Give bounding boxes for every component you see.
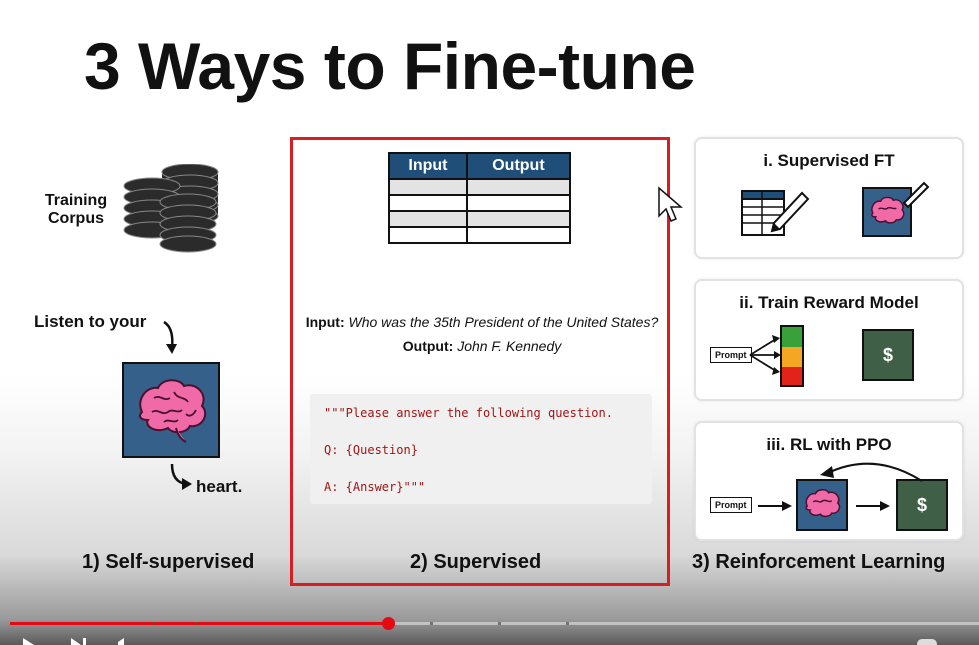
slide-title: 3 Ways to Fine-tune: [84, 29, 696, 103]
supervised-label: 2) Supervised: [410, 551, 542, 573]
chapter-divider: [430, 622, 433, 625]
mouse-cursor-icon: [658, 186, 684, 222]
chapter-divider: [153, 622, 156, 625]
input-output-table: Input Output: [388, 152, 572, 244]
reinforcement-learning-label: 3) Reinforcement Learning: [692, 551, 946, 573]
table-row: [388, 226, 572, 244]
prompt-tag: Prompt: [710, 497, 752, 513]
reward-meter: [780, 325, 804, 387]
curved-arrow-icon: [163, 320, 177, 354]
progress-played: [10, 622, 388, 625]
table-row: [388, 178, 572, 196]
code-line: """Please answer the following question.: [324, 406, 613, 420]
code-line: Q: {Question}: [324, 443, 418, 457]
reward-model-box: $: [896, 479, 948, 531]
brain-icon: [139, 379, 207, 443]
rl-ppo-panel: iii. RL with PPO Prompt $: [694, 421, 964, 541]
chapter-divider: [195, 622, 198, 625]
train-reward-model-panel: ii. Train Reward Model Prompt $: [694, 279, 964, 401]
right-arrow-icon: [856, 501, 890, 511]
heart-text: heart.: [196, 477, 243, 496]
table-pencil-icon: [741, 190, 810, 236]
brain-image: [796, 479, 848, 531]
input-example-text: Who was the 35th President of the United…: [348, 314, 659, 330]
panel-title: i. Supervised FT: [763, 151, 895, 170]
reward-model-box: $: [862, 329, 914, 381]
output-example-text: John F. Kennedy: [457, 338, 562, 354]
supervised-ft-panel: i. Supervised FT: [694, 137, 964, 259]
listen-text: Listen to your: [34, 312, 147, 331]
input-example-label: Input:: [305, 314, 345, 330]
prompt-template-code: """Please answer the following question.…: [310, 394, 652, 504]
table-row: [388, 210, 572, 228]
input-header: Input: [388, 152, 468, 180]
curved-arrow-icon: [170, 463, 192, 490]
pencil-icon: [902, 181, 930, 209]
example-pair: Input: Who was the 35th President of the…: [296, 310, 668, 358]
table-row: [388, 194, 572, 212]
feedback-arrow-icon: [820, 462, 923, 482]
self-supervised-label: 1) Self-supervised: [82, 551, 255, 573]
next-icon[interactable]: [70, 638, 88, 645]
output-example-label: Output:: [402, 338, 454, 354]
toggle-icon[interactable]: [916, 638, 938, 645]
scrubber-handle[interactable]: [382, 617, 395, 630]
volume-icon[interactable]: [116, 638, 132, 645]
chapter-divider: [566, 622, 569, 625]
fan-out-arrows-icon: [749, 335, 781, 375]
brain-image: [122, 362, 220, 458]
training-corpus-label: Training Corpus: [44, 192, 108, 227]
prompt-tag: Prompt: [710, 347, 752, 363]
panel-title: iii. RL with PPO: [766, 435, 892, 454]
panel-title: ii. Train Reward Model: [739, 293, 919, 312]
brain-icon: [805, 489, 841, 518]
output-example: Output: John F. Kennedy: [296, 334, 668, 358]
chapter-divider: [498, 622, 501, 625]
play-icon[interactable]: [22, 638, 36, 645]
code-line: A: {Answer}""": [324, 480, 426, 494]
input-example: Input: Who was the 35th President of the…: [296, 310, 668, 334]
output-header: Output: [465, 152, 572, 180]
data-stack-icon: [123, 164, 219, 253]
right-arrow-icon: [758, 501, 792, 511]
